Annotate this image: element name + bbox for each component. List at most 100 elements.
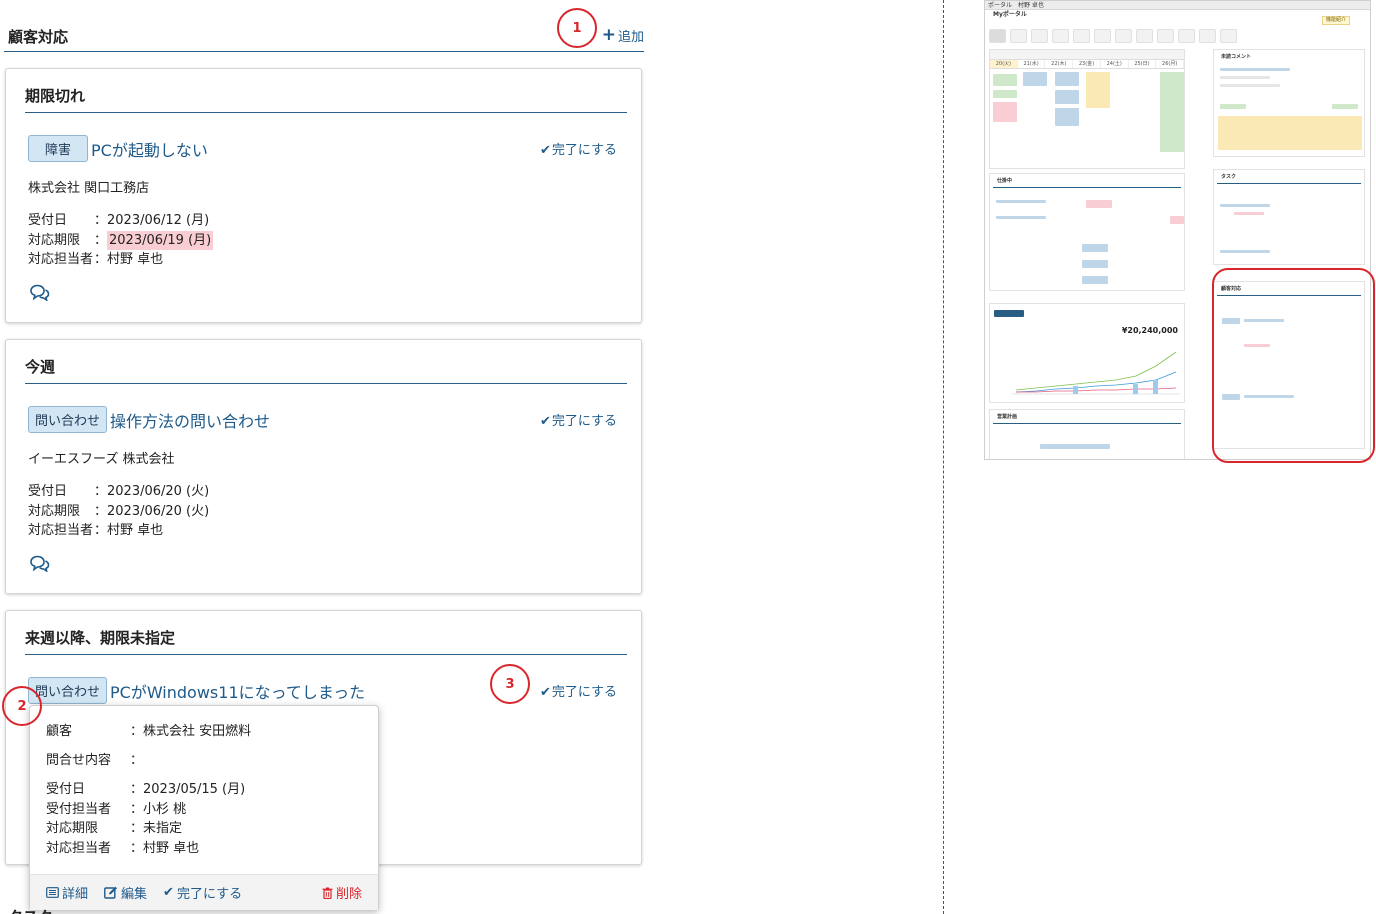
thumb-nav-icon [1199,29,1216,43]
thumb-panel-title: 仕掛中 [993,174,1181,188]
deadline-value-overdue: 2023/06/19 (月) [107,230,214,250]
complete-button[interactable]: ✔完了にする [540,681,617,700]
thumb-nav-icon [1220,29,1237,43]
complete-label: 完了にする [551,414,617,429]
detail-button[interactable]: 詳細 [46,883,88,902]
assignee-label: 対応担当者 [28,523,94,538]
colon: ： [94,232,108,248]
thumb-nav-icon [1136,29,1153,43]
thumbnail-help-button: 機能紹介 [1321,16,1350,25]
complete-button[interactable]: ✔ 完了にする [163,883,242,902]
check-icon: ✔ [539,143,551,158]
divider [25,654,627,655]
thumb-line [1220,68,1290,71]
thumbnail-chart-panel: ¥20,240,000 [989,303,1185,403]
thumb-tab [994,310,1024,317]
divider [25,112,627,113]
thumb-event [1055,90,1079,104]
receiver-label: 受付担当者 [46,801,112,817]
assignee-value: ：村野 卓也 [94,523,164,538]
thumb-line [1234,212,1264,215]
thumb-nav-icon [1094,29,1111,43]
thumb-cell [1086,200,1112,208]
group-title: 今週 [25,358,56,376]
thumb-nav-icon [1073,29,1090,43]
complete-label: 完了にする [176,887,243,902]
customer-label: 顧客 [46,724,73,739]
complete-button[interactable]: ✔完了にする [540,410,617,429]
comments-icon[interactable] [28,283,50,302]
item-fields: 受付日 ：2023/06/12 (月) 対応期限 ： 2023/06/19 (月) 対… [28,211,619,270]
popup-actions: 詳細 編集 ✔ 完了にする 削除 [30,874,378,910]
thumb-amount: ¥20,240,000 [1121,326,1178,335]
thumbnail-icon-bar [989,29,1349,43]
thumb-cell [1040,444,1110,449]
support-item: 障害 PCが起動しない ✔完了にする 株式会社 関口工務店 受付日 ：2023/06… [28,135,619,305]
delete-button[interactable]: 削除 [322,883,362,902]
received-label: 受付日 [28,213,68,228]
customer-value: ：株式会社 安田燃料 [130,724,252,739]
thumb-day: 20(火) [990,60,1018,68]
thumbnail-highlight-ring [1212,268,1375,463]
support-item: 問い合わせ PCがWindows11になってしまった ✔完了にする [28,677,619,704]
thumb-event [1055,108,1079,126]
thumbnail-tab: Myポータル [993,11,1027,18]
thumb-comment [1218,116,1362,150]
company-name: 株式会社 関口工務店 [28,181,150,196]
annotation-marker-1: 1 [557,8,597,48]
thumb-line [996,216,1046,219]
thumb-event [1023,72,1047,86]
complete-button[interactable]: ✔完了にする [540,139,617,158]
thumbnail-plan-panel: 営業計画 [989,409,1185,459]
received-label: 受付日 [46,782,86,797]
item-title-link[interactable]: PCが起動しない [91,137,208,161]
assignee-value: ：村野 卓也 [94,252,164,267]
group-this-week: 今週 問い合わせ 操作方法の問い合わせ ✔完了にする イーエスフーズ 株式会社 受… [5,339,642,594]
thumbnail-calendar-nav [990,50,1184,60]
thumb-cell [1082,260,1108,268]
thumb-cell [1170,216,1184,224]
company-name: イーエスフーズ 株式会社 [28,452,175,467]
thumb-event [1160,72,1184,152]
thumb-event [993,90,1017,98]
comments-icon[interactable] [28,554,50,573]
thumbnail-orders-panel: 仕掛中 [989,173,1185,291]
thumb-nav-icon [1052,29,1069,43]
list-icon [46,887,59,898]
thumbnail-app-title: ポータル [988,2,1013,9]
add-label: 追加 [617,30,644,45]
assignee-value: ：村野 卓也 [130,840,200,856]
add-button[interactable]: + 追加 [601,25,644,46]
thumb-button [1332,104,1358,109]
group-title: 来週以降、期限未指定 [25,629,176,647]
next-section-title: タスク [8,906,53,914]
item-title-link[interactable]: PCがWindows11になってしまった [110,679,365,703]
thumb-line [996,200,1046,203]
thumbnail-calendar-days: 20(火) 21(水) 22(木) 23(金) 24(土) 25(日) 26(月… [990,60,1185,69]
thumb-cell [1082,244,1108,252]
thumb-event [993,74,1017,86]
inquiry-value: ： [130,753,144,768]
thumb-nav-icon [1115,29,1132,43]
thumb-day: 21(水) [1018,60,1046,68]
thumbnail-top-bar: ポータル 村野 卓也 [985,1,1370,10]
deadline-value: ：未指定 [130,821,183,836]
item-title-link[interactable]: 操作方法の問い合わせ [110,408,270,432]
divider [25,383,627,384]
thumbnail-user: 村野 卓也 [1018,2,1044,9]
thumb-chart [1012,351,1180,395]
check-icon: ✔ [539,685,551,700]
edit-button[interactable]: 編集 [104,883,147,902]
thumb-home-icon [989,29,1006,43]
received-value: ：2023/06/20 (火) [94,484,210,499]
thumb-day: 24(土) [1101,60,1129,68]
category-badge: 問い合わせ [28,406,108,433]
plus-icon: + [601,25,616,45]
group-title: 期限切れ [25,87,86,105]
thumb-event [1055,72,1079,86]
assignee-label: 対応担当者 [28,252,94,267]
item-header: 障害 PCが起動しない ✔完了にする [28,135,619,162]
support-item: 問い合わせ 操作方法の問い合わせ ✔完了にする イーエスフーズ 株式会社 受付日 ：… [28,406,619,576]
thumb-panel-title: タスク [1217,170,1361,184]
thumb-day: 23(金) [1073,60,1101,68]
